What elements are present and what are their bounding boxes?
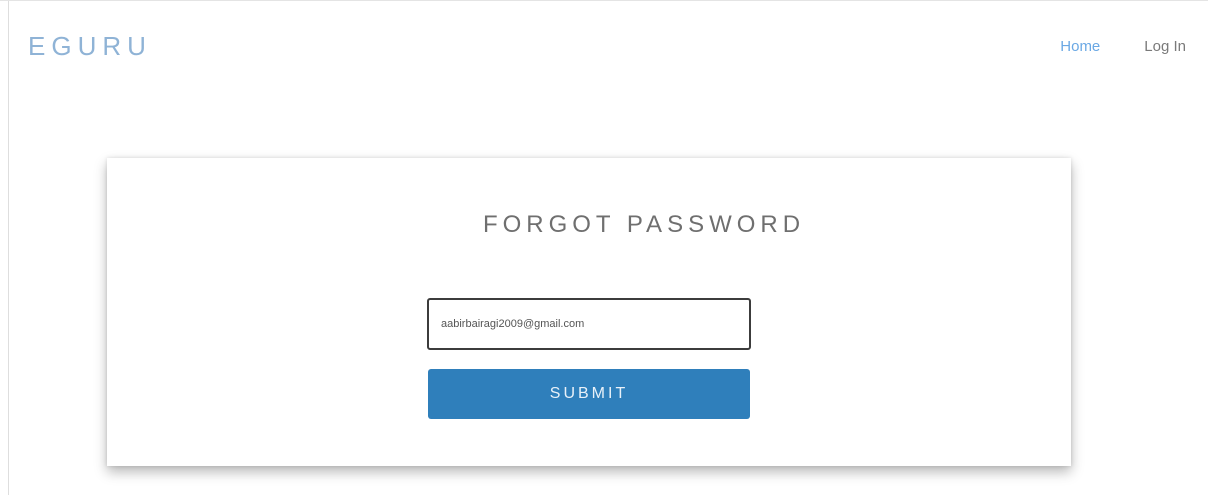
top-nav: Home Log In	[1060, 38, 1186, 55]
forgot-password-card: FORGOT PASSWORD SUBMIT	[107, 158, 1071, 466]
page-title: FORGOT PASSWORD	[482, 211, 806, 238]
brand-logo[interactable]: EGURU	[28, 31, 152, 62]
left-edge-divider	[8, 1, 9, 495]
nav-home-link[interactable]: Home	[1060, 38, 1100, 55]
page: EGURU Home Log In FORGOT PASSWORD SUBMIT	[0, 0, 1208, 495]
submit-button[interactable]: SUBMIT	[428, 369, 750, 419]
nav-login-link[interactable]: Log In	[1144, 38, 1186, 55]
email-field[interactable]	[427, 298, 751, 350]
